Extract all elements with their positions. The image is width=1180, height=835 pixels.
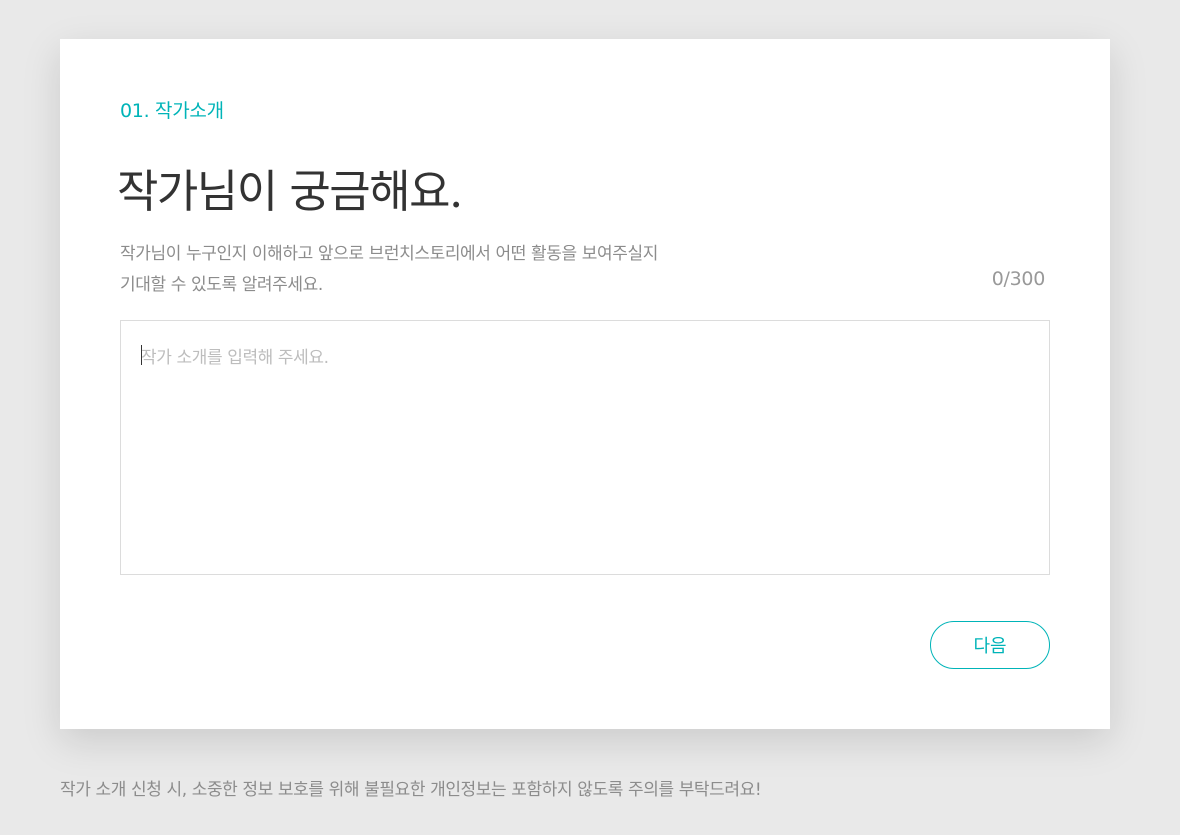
text-cursor	[141, 345, 142, 365]
privacy-notice: 작가 소개 신청 시, 소중한 정보 보호를 위해 불필요한 개인정보는 포함하…	[60, 780, 762, 800]
description-line-1: 작가님이 누구인지 이해하고 앞으로 브런치스토리에서 어떤 활동을 보여주실지	[120, 244, 658, 264]
character-counter: 0/300	[991, 268, 1046, 290]
next-button[interactable]: 다음	[930, 621, 1050, 669]
author-intro-input[interactable]	[120, 320, 1050, 575]
application-card: 01. 작가소개 작가님이 궁금해요. 작가님이 누구인지 이해하고 앞으로 브…	[60, 39, 1110, 729]
page-description: 작가님이 누구인지 이해하고 앞으로 브런치스토리에서 어떤 활동을 보여주실지…	[120, 239, 800, 301]
description-line-2: 기대할 수 있도록 알려주세요.	[120, 275, 323, 295]
step-label: 01. 작가소개	[120, 100, 224, 122]
page-title: 작가님이 궁금해요.	[117, 165, 463, 218]
